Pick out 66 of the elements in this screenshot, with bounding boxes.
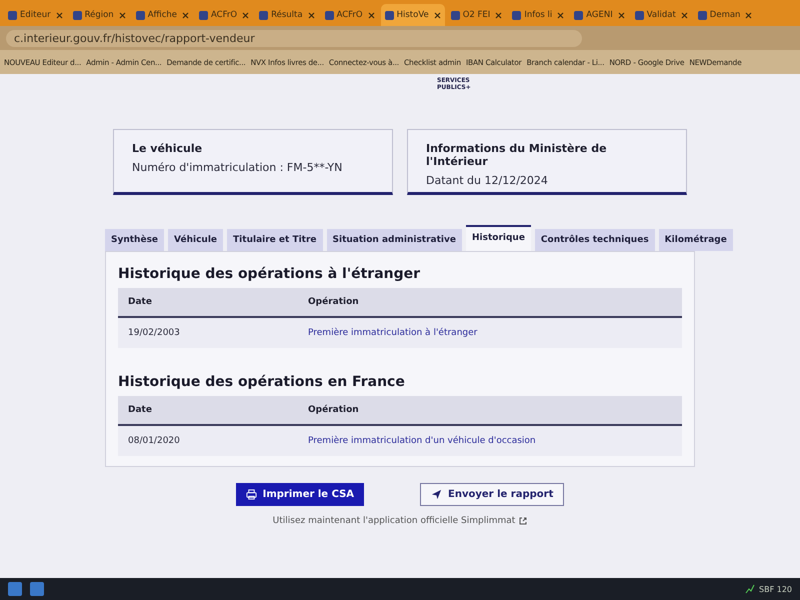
- url-field[interactable]: c.interieur.gouv.fr/histovec/rapport-vendeur: [6, 30, 582, 46]
- site-icon: [72, 10, 82, 20]
- table-cell: Première immatriculation d'un véhicule d'occasion: [298, 425, 682, 456]
- close-icon[interactable]: [745, 12, 752, 18]
- close-icon[interactable]: [56, 12, 63, 18]
- table-cell: 19/02/2003: [118, 317, 298, 348]
- browser-tab[interactable]: Résulta: [255, 4, 319, 26]
- browser-tab[interactable]: ACFrO: [320, 4, 379, 26]
- site-icon: [199, 10, 208, 20]
- close-icon[interactable]: [557, 12, 564, 18]
- browser-tab[interactable]: Editeur: [4, 4, 67, 26]
- card-title: Informations du Ministère de l'Intérieur: [426, 142, 608, 168]
- column-header: Date: [118, 396, 298, 426]
- site-icon: [136, 10, 145, 20]
- column-header: Date: [118, 288, 298, 318]
- card-title: Le véhicule: [132, 142, 204, 156]
- close-icon[interactable]: [242, 12, 250, 18]
- close-icon[interactable]: [308, 12, 315, 18]
- stock-ticker: SBF 120: [759, 584, 792, 594]
- site-icon: [8, 10, 17, 20]
- browser-tab[interactable]: HistoVe: [380, 4, 445, 26]
- close-icon[interactable]: [680, 12, 688, 18]
- site-icon: [259, 10, 268, 20]
- section-title: Historique des opérations en France: [118, 374, 406, 390]
- browser-tab[interactable]: Région: [68, 4, 130, 26]
- site-icon: [384, 10, 394, 20]
- site-icon: [512, 10, 522, 20]
- browser-tab[interactable]: AGENI: [570, 4, 629, 26]
- table-cell: 08/01/2020: [118, 425, 298, 456]
- site-icon: [698, 10, 707, 20]
- report-tab[interactable]: Historique: [466, 225, 531, 252]
- column-header: Opération: [298, 288, 682, 318]
- report-tab[interactable]: Situation administrative: [326, 229, 462, 252]
- close-icon[interactable]: [495, 12, 502, 18]
- browser-tab[interactable]: Infos li: [508, 4, 568, 26]
- send-button[interactable]: Envoyer le rapport: [420, 483, 564, 506]
- section-title: Historique des opérations à l'étranger: [118, 266, 422, 282]
- site-icon: [450, 10, 460, 20]
- column-header: Opération: [298, 396, 682, 426]
- card-text: Datant du 12/12/2024: [426, 174, 549, 188]
- report-tab[interactable]: Véhicule: [168, 229, 224, 252]
- close-icon[interactable]: [118, 12, 126, 18]
- chart-up-icon: [745, 584, 756, 594]
- close-icon[interactable]: [182, 12, 190, 18]
- site-icon: [574, 10, 584, 20]
- table-cell: Première immatriculation à l'étranger: [298, 317, 682, 348]
- close-icon[interactable]: [368, 12, 375, 18]
- site-icon: [634, 10, 644, 20]
- close-icon[interactable]: [434, 12, 441, 18]
- print-button[interactable]: Imprimer le CSA: [236, 483, 364, 506]
- close-icon[interactable]: [618, 12, 625, 18]
- report-tab[interactable]: Synthèse: [105, 229, 164, 252]
- card-text: Numéro d'immatriculation : FM-5**-YN: [132, 161, 344, 174]
- browser-tab[interactable]: Deman: [694, 4, 756, 26]
- browser-tab[interactable]: Affiche: [132, 4, 194, 26]
- site-icon: [324, 10, 334, 20]
- external-link-icon: [519, 517, 528, 526]
- report-tab[interactable]: Kilométrage: [658, 229, 733, 252]
- browser-tab[interactable]: Validat: [630, 4, 692, 26]
- send-icon: [431, 489, 442, 500]
- report-tab[interactable]: Contrôles techniques: [534, 229, 655, 252]
- app-link[interactable]: Utilisez maintenant l'application officielle Simplimmat: [272, 516, 516, 526]
- browser-tab[interactable]: ACFrO: [195, 4, 254, 26]
- report-tab[interactable]: Titulaire et Titre: [227, 229, 323, 252]
- browser-tab[interactable]: O2 FEI: [446, 4, 506, 26]
- printer-icon: [246, 489, 257, 500]
